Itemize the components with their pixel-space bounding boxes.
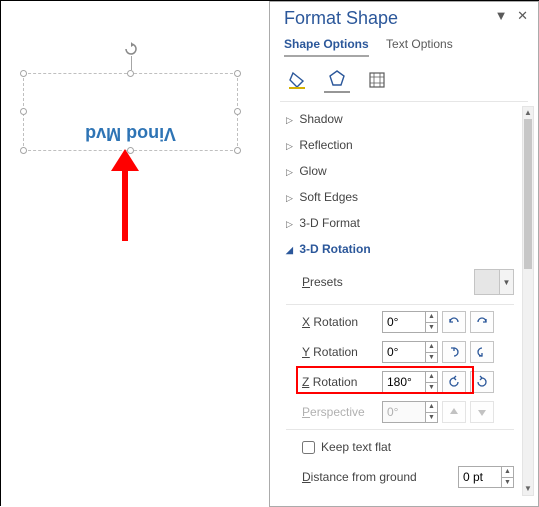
keep-text-flat-checkbox[interactable]	[302, 441, 315, 454]
panel-title: Format Shape	[284, 8, 398, 29]
spin-up-icon[interactable]: ▲	[426, 372, 437, 383]
distance-input[interactable]: ▲▼	[458, 466, 514, 488]
spin-up-icon[interactable]: ▲	[426, 342, 437, 353]
perspective-up-icon	[442, 401, 466, 423]
rotate-z-cw-icon[interactable]	[470, 371, 494, 393]
resize-handle[interactable]	[20, 147, 27, 154]
tab-text-options[interactable]: Text Options	[386, 33, 453, 55]
presets-button[interactable]	[474, 269, 500, 295]
document-canvas[interactable]: Vinod Mvd	[1, 1, 269, 507]
selected-textbox[interactable]: Vinod Mvd	[23, 73, 238, 151]
section-3d-rotation[interactable]: ◢ 3-D Rotation	[276, 236, 520, 262]
y-rotation-label: Y Rotation	[302, 345, 382, 359]
spin-down-icon[interactable]: ▼	[426, 323, 437, 333]
size-properties-icon[interactable]	[364, 67, 390, 93]
fill-line-icon[interactable]	[284, 67, 310, 93]
distance-label: Distance from ground	[302, 470, 432, 484]
z-rotation-input[interactable]: ▲▼	[382, 371, 438, 393]
spin-up-icon[interactable]: ▲	[502, 467, 513, 478]
x-rotation-input[interactable]: ▲▼	[382, 311, 438, 333]
resize-handle[interactable]	[234, 108, 241, 115]
panel-tabs: Shape Options Text Options	[270, 29, 538, 57]
section-reflection[interactable]: ▷ Reflection	[276, 132, 520, 158]
scroll-thumb[interactable]	[524, 119, 532, 269]
presets-label: Presets	[302, 275, 382, 289]
textbox-content: Vinod Mvd	[24, 123, 237, 144]
spin-down-icon[interactable]: ▼	[502, 478, 513, 488]
format-shape-panel: Format Shape ▼ ✕ Shape Options Text Opti…	[269, 1, 539, 507]
resize-handle[interactable]	[234, 147, 241, 154]
panel-close-icon[interactable]: ✕	[517, 8, 528, 23]
rotate-z-ccw-icon[interactable]	[442, 371, 466, 393]
resize-handle[interactable]	[20, 108, 27, 115]
perspective-down-icon	[470, 401, 494, 423]
resize-handle[interactable]	[234, 70, 241, 77]
effects-icon[interactable]	[324, 67, 350, 93]
z-rotation-label: Z Rotation	[302, 375, 382, 389]
perspective-input: ▲▼	[382, 401, 438, 423]
spin-down-icon[interactable]: ▼	[426, 353, 437, 363]
panel-menu-icon[interactable]: ▼	[495, 8, 508, 23]
tab-shape-options[interactable]: Shape Options	[284, 33, 369, 57]
rotation-handle-icon[interactable]	[123, 42, 139, 56]
spin-down-icon[interactable]: ▼	[426, 383, 437, 393]
scroll-up-icon[interactable]: ▲	[523, 107, 533, 119]
rotate-x-left-icon[interactable]	[442, 311, 466, 333]
x-rotation-label: X Rotation	[302, 315, 382, 329]
resize-handle[interactable]	[127, 70, 134, 77]
section-soft-edges[interactable]: ▷ Soft Edges	[276, 184, 520, 210]
rotate-y-up-icon[interactable]	[442, 341, 466, 363]
section-shadow[interactable]: ▷ Shadow	[276, 106, 520, 132]
presets-dropdown-icon[interactable]: ▼	[500, 269, 514, 295]
annotation-arrow	[111, 149, 139, 241]
section-glow[interactable]: ▷ Glow	[276, 158, 520, 184]
panel-scrollbar[interactable]: ▲ ▼	[522, 106, 534, 496]
resize-handle[interactable]	[20, 70, 27, 77]
rotate-y-down-icon[interactable]	[470, 341, 494, 363]
section-3d-format[interactable]: ▷ 3-D Format	[276, 210, 520, 236]
spin-up-icon[interactable]: ▲	[426, 312, 437, 323]
y-rotation-input[interactable]: ▲▼	[382, 341, 438, 363]
rotate-x-right-icon[interactable]	[470, 311, 494, 333]
keep-text-flat-label: Keep text flat	[321, 440, 391, 454]
rotation-stem	[131, 56, 132, 70]
scroll-down-icon[interactable]: ▼	[523, 483, 533, 495]
perspective-label: Perspective	[302, 405, 382, 419]
